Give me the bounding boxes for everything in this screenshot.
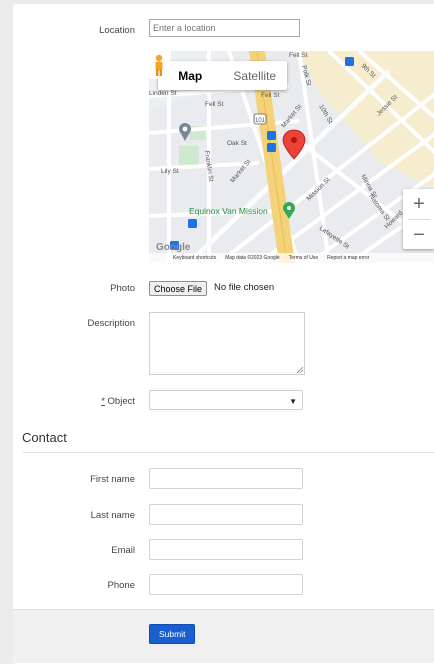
first-name-label: First name [90,474,135,485]
submit-button[interactable]: Submit [149,624,196,644]
street-view-pegman-icon[interactable] [149,51,169,79]
zoom-control: + − [403,189,434,249]
terms-link[interactable]: Terms of Use [289,255,318,261]
map-type-satellite-button[interactable]: Satellite [223,61,288,90]
photo-label: Photo [110,283,135,294]
poi-label: Equinox Van Mission [189,206,268,216]
resize-handle-icon[interactable] [297,367,303,373]
keyboard-shortcuts-link[interactable]: Keyboard shortcuts [173,255,216,261]
location-label: Location [99,25,135,36]
email-label: Email [111,545,135,556]
last-name-label: Last name [90,510,135,521]
map-type-control: Map Satellite [158,61,287,90]
street-label: Oak St [227,140,247,147]
street-label: Fell St [289,52,308,59]
last-name-field[interactable] [149,504,303,525]
map-data-text: Map data ©2023 Google [225,255,280,261]
required-mark: * [101,396,105,407]
choose-file-button[interactable]: Choose File [149,281,208,296]
form-actions-bar [13,609,434,663]
zoom-in-button[interactable]: + [403,189,434,219]
street-label: Lily St [161,168,179,175]
map-attribution: Keyboard shortcuts Map data ©2023 Google… [149,253,434,263]
phone-label: Phone [107,580,135,591]
map-widget[interactable]: 101 Fell St Fell St Fell St Linden St Oa… [149,51,434,263]
street-label: Fell St [205,101,224,108]
object-label-text: Object [107,396,135,407]
street-label: Fell St [261,92,280,99]
file-status-text: No file chosen [214,282,275,293]
highway-shield-label: 101 [255,118,266,124]
street-label: Linden St [149,90,177,97]
description-label: Description [87,318,135,329]
phone-field[interactable] [149,574,303,595]
report-map-error-link[interactable]: Report a map error [327,255,369,261]
contact-section-title: Contact [22,430,67,445]
object-select[interactable]: ▼ [149,390,303,410]
section-divider [22,452,434,453]
chevron-down-icon: ▼ [289,397,297,406]
first-name-field[interactable] [149,468,303,489]
email-field[interactable] [149,539,303,560]
description-textarea[interactable] [149,312,305,375]
zoom-out-button[interactable]: − [403,220,434,250]
location-input[interactable] [149,19,300,37]
google-logo: Google [156,242,191,253]
object-label: * Object [101,396,135,407]
